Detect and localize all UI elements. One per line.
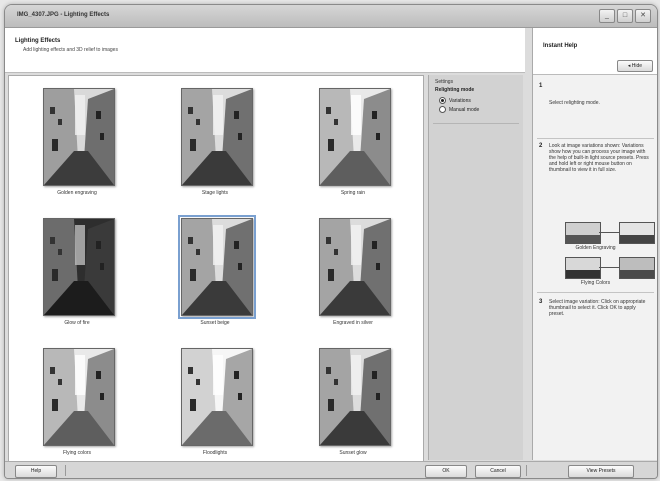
variation-label: Glow of fire xyxy=(64,320,90,326)
alley-photo xyxy=(44,219,114,315)
manual-mode-radio[interactable]: Manual mode xyxy=(439,106,479,113)
settings-heading: Settings xyxy=(435,79,454,85)
variation-thumbnail-cell[interactable]: Spring rain xyxy=(285,80,421,202)
variation-thumbnail-cell[interactable]: Flying colors xyxy=(9,340,145,461)
variation-label: Stage lights xyxy=(201,190,229,196)
help-step-1: 1 Select relighting mode. xyxy=(537,80,654,139)
variation-thumbnail-cell[interactable]: Golden engraving xyxy=(9,80,145,202)
alley-photo xyxy=(44,349,114,445)
help-header: Instant Help ◂ Hide xyxy=(533,28,657,75)
divider xyxy=(526,465,527,476)
variation-label: Floodlights xyxy=(202,450,228,456)
variation-thumbnail[interactable] xyxy=(319,88,391,186)
example-image xyxy=(620,223,654,243)
radio-selected-icon[interactable] xyxy=(439,97,446,104)
example-label-flying: Flying Colors xyxy=(580,280,611,286)
arrow-icon xyxy=(599,232,619,233)
step-text: Look at image variations shown: Variatio… xyxy=(549,143,649,173)
variation-thumbnail-cell[interactable]: Glow of fire xyxy=(9,210,145,332)
help-step-3: 3 Select image variation: Click on appro… xyxy=(537,296,654,336)
example-image xyxy=(566,258,600,278)
alley-photo xyxy=(182,219,252,315)
step-number: 2 xyxy=(539,143,543,149)
dialog-subtitle: Add lighting effects and 3D relief to im… xyxy=(23,47,118,53)
variation-label: Sunset glow xyxy=(339,450,367,456)
example-image xyxy=(566,223,600,243)
alley-photo xyxy=(182,349,252,445)
minimize-button[interactable]: _ xyxy=(599,9,615,23)
dialog-title: Lighting Effects xyxy=(15,38,61,44)
divider xyxy=(433,123,519,124)
variation-label: Spring rain xyxy=(340,190,366,196)
variation-thumbnail[interactable] xyxy=(181,88,253,186)
ok-button[interactable]: OK xyxy=(425,465,467,478)
variation-label: Flying colors xyxy=(62,450,92,456)
settings-panel: Settings Relighting mode Variations Manu… xyxy=(428,75,523,460)
alley-photo xyxy=(320,219,390,315)
example-image xyxy=(620,258,654,278)
variation-label: Golden engraving xyxy=(57,190,97,196)
window-title: IMG_4307.JPG - Lighting Effects xyxy=(17,12,110,18)
dialog-footer: Help OK Cancel View Presets xyxy=(5,461,657,478)
alley-photo xyxy=(320,89,390,185)
lighting-effects-window: IMG_4307.JPG - Lighting Effects _ □ ✕ Li… xyxy=(4,4,658,479)
variations-radio-label: Variations xyxy=(449,97,471,104)
example-label-golden: Golden Engraving xyxy=(575,245,616,251)
dialog-header: Lighting Effects Add lighting effects an… xyxy=(5,28,525,73)
divider xyxy=(65,465,66,476)
close-button[interactable]: ✕ xyxy=(635,9,651,23)
alley-photo xyxy=(320,349,390,445)
window-controls: _ □ ✕ xyxy=(599,9,651,23)
step-text: Select image variation: Click on appropr… xyxy=(549,299,646,317)
radio-unselected-icon[interactable] xyxy=(439,106,446,113)
view-presets-button[interactable]: View Presets xyxy=(568,465,634,478)
hide-label: Hide xyxy=(631,63,643,69)
variation-label: Engraved in silver xyxy=(333,320,373,326)
help-step-2: 2 Look at image variations shown: Variat… xyxy=(537,140,655,293)
variation-thumbnail-cell[interactable]: Engraved in silver xyxy=(285,210,421,332)
maximize-button[interactable]: □ xyxy=(617,9,633,23)
variation-thumbnail[interactable] xyxy=(319,348,391,446)
cancel-button[interactable]: Cancel xyxy=(475,465,521,478)
variation-thumbnail-cell[interactable]: Stage lights xyxy=(147,80,283,202)
help-title: Instant Help xyxy=(543,43,578,49)
arrow-icon xyxy=(599,267,619,268)
variation-thumbnail[interactable] xyxy=(181,348,253,446)
example-thumbnail-golden-after xyxy=(619,222,655,244)
relighting-mode-label: Relighting mode xyxy=(435,87,475,93)
example-thumbnail-flying-after xyxy=(619,257,655,279)
hide-help-button[interactable]: ◂ Hide xyxy=(617,60,653,72)
example-thumbnail-golden xyxy=(565,222,601,244)
example-thumbnail-flying xyxy=(565,257,601,279)
alley-photo xyxy=(44,89,114,185)
variation-thumbnail[interactable] xyxy=(43,348,115,446)
variation-thumbnail-cell[interactable]: Sunset glow xyxy=(285,340,421,461)
help-button[interactable]: Help xyxy=(15,465,57,478)
step-number: 3 xyxy=(539,299,543,305)
alley-photo xyxy=(182,89,252,185)
variations-radio[interactable]: Variations xyxy=(439,97,471,104)
step-number: 1 xyxy=(539,83,543,89)
manual-mode-radio-label: Manual mode xyxy=(449,106,480,113)
variation-thumbnail[interactable] xyxy=(319,218,391,316)
variation-label: Sunset beige xyxy=(200,320,230,326)
variation-thumbnail[interactable] xyxy=(43,88,115,186)
variation-thumbnail-cell[interactable]: Floodlights xyxy=(147,340,283,461)
variations-panel: Golden engraving Stage lights Spring rain G… xyxy=(8,75,424,462)
variation-thumbnail[interactable] xyxy=(178,215,256,319)
instant-help-panel: Instant Help ◂ Hide 1 Select relighting … xyxy=(532,28,657,460)
variation-thumbnail-cell[interactable]: Sunset beige xyxy=(147,210,283,332)
step-text: Select relighting mode. xyxy=(549,100,600,106)
variation-thumbnail[interactable] xyxy=(43,218,115,316)
variations-grid: Golden engraving Stage lights Spring rain G… xyxy=(9,76,423,461)
title-bar[interactable]: IMG_4307.JPG - Lighting Effects _ □ ✕ xyxy=(5,5,657,28)
